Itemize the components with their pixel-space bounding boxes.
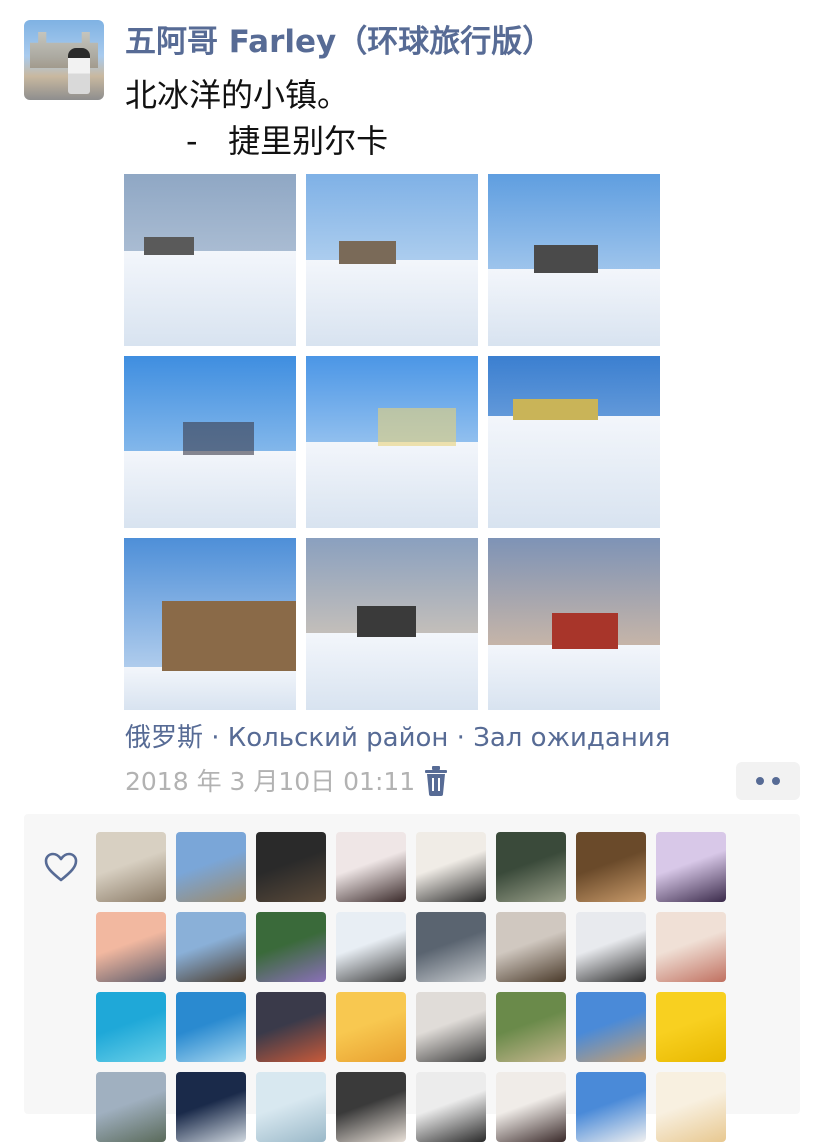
liker-avatar[interactable] — [96, 1072, 166, 1142]
photo-sunset-hills[interactable] — [306, 538, 478, 710]
author-avatar[interactable] — [24, 20, 104, 100]
photo-snow — [488, 416, 660, 528]
photo-shadow-field[interactable] — [306, 356, 478, 528]
liker-avatar[interactable] — [256, 992, 326, 1062]
liker-avatar[interactable] — [656, 992, 726, 1062]
photo-building — [162, 601, 296, 671]
liker-avatar[interactable] — [256, 912, 326, 982]
photo-grid — [124, 174, 660, 710]
post-text-line-1: 北冰洋的小镇。 — [125, 76, 350, 114]
photo-snow — [124, 251, 296, 346]
photo-snow — [124, 450, 296, 528]
trash-icon[interactable] — [424, 766, 448, 796]
photo-snow — [488, 644, 660, 710]
heart-icon — [44, 852, 78, 882]
avatar-person — [68, 48, 90, 94]
author-name[interactable]: 五阿哥 Farley（环球旅行版） — [125, 20, 553, 64]
photo-harbor[interactable] — [124, 174, 296, 346]
liker-avatar[interactable] — [336, 992, 406, 1062]
photo-red-house[interactable] — [488, 538, 660, 710]
liker-avatar[interactable] — [96, 992, 166, 1062]
photo-snow — [306, 632, 478, 710]
liker-avatar[interactable] — [576, 832, 646, 902]
photo-building — [183, 421, 254, 455]
photo-snow — [306, 260, 478, 346]
photo-snow — [488, 268, 660, 346]
liker-avatar[interactable] — [496, 1072, 566, 1142]
post-timestamp: 2018 年 3 月10日 01:11 — [125, 767, 416, 796]
post-text-line-2: - 捷里别尔卡 — [125, 122, 389, 160]
photo-snowy-houses[interactable] — [488, 174, 660, 346]
liker-avatar[interactable] — [256, 1072, 326, 1142]
liker-avatar[interactable] — [176, 992, 246, 1062]
liker-avatar[interactable] — [416, 832, 486, 902]
photo-building — [552, 612, 618, 649]
liker-avatar[interactable] — [416, 912, 486, 982]
liker-avatar[interactable] — [176, 912, 246, 982]
liker-avatar[interactable] — [176, 1072, 246, 1142]
photo-building — [357, 605, 416, 637]
liker-avatar[interactable] — [336, 912, 406, 982]
liker-avatar[interactable] — [256, 832, 326, 902]
photo-building — [513, 399, 598, 421]
photo-buried-car[interactable] — [488, 356, 660, 528]
liker-avatar[interactable] — [496, 992, 566, 1062]
liker-avatar[interactable] — [576, 992, 646, 1062]
location-link[interactable]: 俄罗斯 · Кольский район · Зал ожидания — [125, 718, 670, 758]
photo-snow — [124, 667, 296, 710]
liker-avatar[interactable] — [416, 992, 486, 1062]
photo-village-road[interactable] — [306, 174, 478, 346]
photo-power-line[interactable] — [124, 356, 296, 528]
more-button[interactable] — [736, 762, 800, 800]
liker-avatar[interactable] — [656, 832, 726, 902]
photo-building — [144, 237, 194, 256]
liker-avatar[interactable] — [576, 1072, 646, 1142]
more-dots-icon — [772, 777, 780, 785]
liker-avatar[interactable] — [336, 832, 406, 902]
liker-avatar[interactable] — [336, 1072, 406, 1142]
photo-building — [339, 241, 396, 264]
liker-avatar[interactable] — [96, 832, 166, 902]
photo-wooden-barn[interactable] — [124, 538, 296, 710]
photo-building — [378, 408, 456, 446]
photo-building — [534, 244, 598, 273]
liker-avatar[interactable] — [576, 912, 646, 982]
post-text: 北冰洋的小镇。 - 捷里别尔卡 — [125, 72, 388, 164]
liker-avatar[interactable] — [496, 912, 566, 982]
liker-avatar[interactable] — [656, 1072, 726, 1142]
liker-avatar[interactable] — [96, 912, 166, 982]
liker-avatar[interactable] — [496, 832, 566, 902]
liker-avatar[interactable] — [176, 832, 246, 902]
liker-avatar[interactable] — [416, 1072, 486, 1142]
photo-snow — [306, 442, 478, 528]
liker-avatar[interactable] — [656, 912, 726, 982]
more-dots-icon — [756, 777, 764, 785]
